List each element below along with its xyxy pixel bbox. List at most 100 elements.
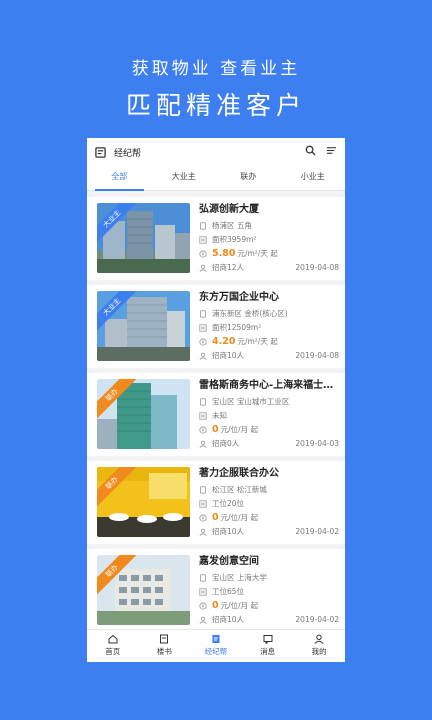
listing-name: 弘源创新大厦 — [199, 204, 259, 215]
area-icon — [199, 588, 207, 596]
tab-coworking[interactable]: 联办 — [216, 166, 281, 190]
building-photo: 联办 — [97, 555, 190, 625]
listing-agents: 招商10人 — [212, 615, 245, 624]
listing-price: 0 — [212, 512, 219, 523]
svg-text:¥: ¥ — [201, 516, 204, 522]
nav-book[interactable]: 楼书 — [139, 630, 191, 662]
nav-label: 首页 — [105, 647, 121, 656]
listing-date: 2019-04-08 — [295, 263, 339, 272]
price-icon: ¥ — [199, 338, 207, 346]
listing-price: 4.20 — [212, 336, 236, 347]
document-icon — [212, 635, 220, 643]
svg-text:¥: ¥ — [201, 252, 204, 258]
nav-me[interactable]: 我的 — [293, 630, 345, 662]
building-icon — [200, 310, 206, 318]
listing-name: 雷格斯商务中心-上海来福士广场 — [199, 380, 339, 391]
phone-screen: 经纪帮 全部 大业主 联办 小业主 大业主 弘源创新大厦 杨浦区 五角 面积39… — [87, 138, 345, 662]
nav-home[interactable]: 首页 — [87, 630, 139, 662]
listing-price: 5.80 — [212, 248, 236, 259]
nav-label: 楼书 — [156, 647, 172, 656]
listing-location: 宝山区 上海大学 — [212, 573, 267, 582]
listing-agents: 招商0人 — [212, 439, 240, 448]
user-icon — [314, 634, 324, 644]
price-icon: ¥ — [199, 602, 207, 610]
building-icon — [200, 398, 206, 406]
listing-location: 松江区 松江新城 — [212, 485, 267, 494]
top-bar: 经纪帮 — [87, 138, 345, 166]
nav-label: 消息 — [260, 647, 276, 656]
listing-price: 0 — [212, 424, 219, 435]
listing-agents: 招商10人 — [212, 351, 245, 360]
listing-date: 2019-04-08 — [295, 351, 339, 360]
message-icon — [263, 635, 273, 644]
building-photo: 联办 — [97, 379, 190, 449]
listing-card[interactable]: 联办 嘉发创意空间 宝山区 上海大学 工位65位 ¥0 元/位/月 起 招商10人… — [87, 549, 345, 632]
search-icon[interactable] — [305, 145, 316, 156]
listing-agents: 招商12人 — [212, 263, 245, 272]
person-icon — [199, 352, 207, 360]
listing-card[interactable]: 联办 著力企服联合办公 松江区 松江新城 工位20位 ¥0 元/位/月 起 招商1… — [87, 461, 345, 544]
tab-minor-owner[interactable]: 小业主 — [281, 166, 346, 190]
listing-location: 浦东新区 金桥(核心区) — [212, 309, 288, 318]
promo-line-1: 获取物业 查看业主 — [131, 59, 301, 79]
svg-text:¥: ¥ — [201, 340, 204, 346]
listing-card[interactable]: 联办 雷格斯商务中心-上海来福士广场 宝山区 宝山城市工业区 未知 ¥0 元/位/… — [87, 373, 345, 456]
nav-broker[interactable]: 经纪帮 — [190, 630, 242, 662]
listing-price-unit: 元/位/月 起 — [220, 513, 259, 522]
listing-date: 2019-04-02 — [295, 615, 339, 624]
person-icon — [199, 440, 207, 448]
filter-icon[interactable] — [326, 145, 337, 156]
svg-text:¥: ¥ — [201, 428, 204, 434]
area-icon — [199, 324, 207, 332]
price-icon: ¥ — [199, 250, 207, 258]
building-icon — [200, 222, 206, 230]
listing-area: 面积12509m² — [212, 323, 262, 332]
promo-line-2: 匹配精准客户 — [125, 91, 306, 120]
filter-tabs: 全部 大业主 联办 小业主 — [87, 166, 345, 191]
listing-price-unit: 元/m²/天 起 — [237, 249, 278, 258]
listing-price: 0 — [212, 600, 219, 611]
listing-area: 工位65位 — [212, 587, 245, 596]
listing-area: 未知 — [212, 411, 227, 420]
area-icon — [199, 236, 207, 244]
nav-messages[interactable]: 消息 — [242, 630, 294, 662]
home-icon — [108, 634, 118, 644]
listing-name: 东方万国企业中心 — [199, 292, 279, 303]
person-icon — [199, 616, 207, 624]
listing-name: 嘉发创意空间 — [199, 556, 259, 567]
area-icon — [199, 500, 207, 508]
building-icon — [200, 486, 206, 494]
building-photo: 大业主 — [97, 291, 190, 361]
nav-label: 经纪帮 — [204, 647, 228, 656]
app-logo-icon — [95, 146, 106, 158]
building-icon — [200, 574, 206, 582]
listing-price-unit: 元/位/月 起 — [220, 601, 259, 610]
listing-date: 2019-04-02 — [295, 527, 339, 536]
listing-agents: 招商10人 — [212, 527, 245, 536]
nav-label: 我的 — [311, 647, 327, 656]
bottom-nav: 首页 楼书 经纪帮 消息 我的 — [87, 629, 345, 662]
price-icon: ¥ — [199, 426, 207, 434]
price-icon: ¥ — [199, 514, 207, 522]
app-title: 经纪帮 — [114, 148, 142, 159]
building-photo: 大业主 — [97, 203, 190, 273]
building-photo: 联办 — [97, 467, 190, 537]
listing-card[interactable]: 大业主 弘源创新大厦 杨浦区 五角 面积3959m² ¥5.80 元/m²/天 起… — [87, 197, 345, 280]
person-icon — [199, 264, 207, 272]
svg-text:¥: ¥ — [201, 604, 204, 610]
listing-price-unit: 元/m²/天 起 — [237, 337, 278, 346]
area-icon — [199, 412, 207, 420]
listing-area: 工位20位 — [212, 499, 245, 508]
person-icon — [199, 528, 207, 536]
book-icon — [160, 634, 169, 644]
listing-location: 宝山区 宝山城市工业区 — [212, 397, 290, 406]
listing-card[interactable]: 大业主 东方万国企业中心 浦东新区 金桥(核心区) 面积12509m² ¥4.2… — [87, 285, 345, 368]
listing-date: 2019-04-03 — [295, 439, 339, 448]
listing-list: 大业主 弘源创新大厦 杨浦区 五角 面积3959m² ¥5.80 元/m²/天 起… — [87, 197, 345, 632]
listing-location: 杨浦区 五角 — [212, 221, 252, 230]
listing-price-unit: 元/位/月 起 — [220, 425, 259, 434]
listing-name: 著力企服联合办公 — [199, 468, 279, 479]
tab-all[interactable]: 全部 — [87, 166, 152, 191]
tab-major-owner[interactable]: 大业主 — [152, 166, 217, 190]
listing-area: 面积3959m² — [212, 235, 257, 244]
